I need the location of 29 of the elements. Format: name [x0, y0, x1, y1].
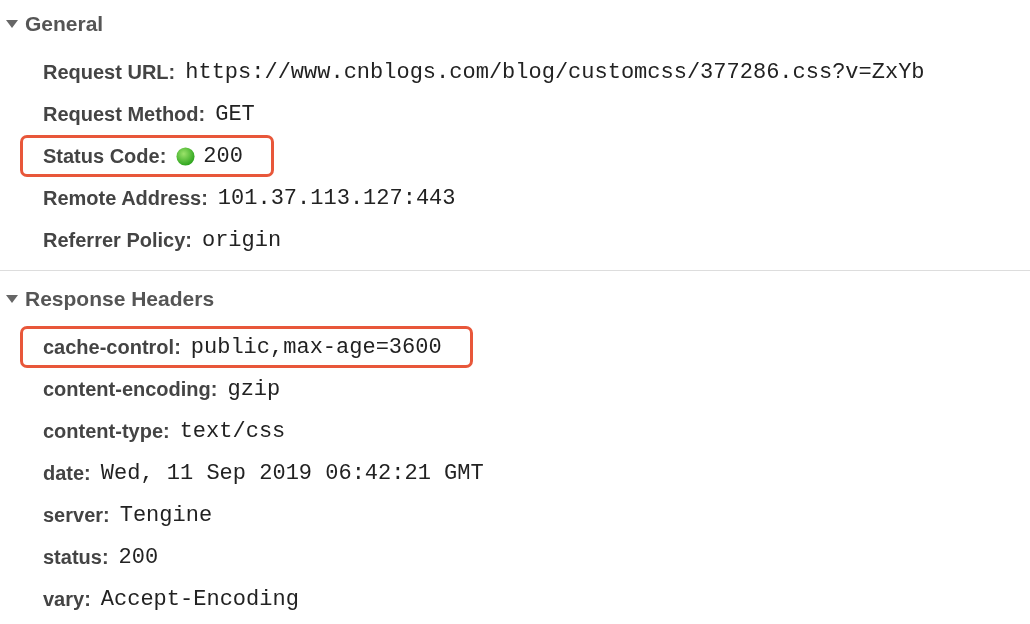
header-value: Wed, 11 Sep 2019 06:42:21 GMT: [100, 460, 484, 486]
header-name: server:: [43, 503, 110, 527]
header-name: cache-control:: [43, 335, 181, 359]
header-value: 200: [118, 544, 159, 570]
collapse-triangle-icon[interactable]: [5, 19, 19, 29]
collapse-triangle-icon[interactable]: [5, 294, 19, 304]
section-title[interactable]: Response Headers: [25, 287, 215, 311]
header-name: content-encoding:: [43, 377, 218, 401]
header-name: Request Method:: [43, 102, 206, 126]
header-value: 101.37.113.127:443: [217, 185, 456, 211]
header-name: Referrer Policy:: [43, 228, 192, 252]
header-value: origin: [201, 227, 282, 253]
header-value: Tengine: [119, 502, 213, 528]
section-title[interactable]: General: [25, 12, 104, 36]
header-name: content-type:: [43, 419, 170, 443]
header-value: 200: [203, 143, 243, 169]
header-name: Remote Address:: [43, 186, 208, 210]
header-value: public,max-age=3600: [190, 334, 442, 360]
header-value: Accept-Encoding: [100, 586, 299, 612]
header-value: gzip: [227, 376, 281, 402]
header-name: Request URL:: [43, 60, 176, 84]
header-name: status:: [43, 545, 109, 569]
header-name: Status Code:: [43, 144, 167, 168]
header-name: vary:: [43, 587, 91, 611]
status-dot-icon: [176, 146, 196, 166]
header-value: https://www.cnblogs.com/blog/customcss/377286.css?v=ZxYb: [185, 59, 925, 85]
header-name: date:: [43, 461, 91, 485]
header-value: GET: [215, 101, 255, 127]
header-value: text/css: [179, 418, 286, 444]
